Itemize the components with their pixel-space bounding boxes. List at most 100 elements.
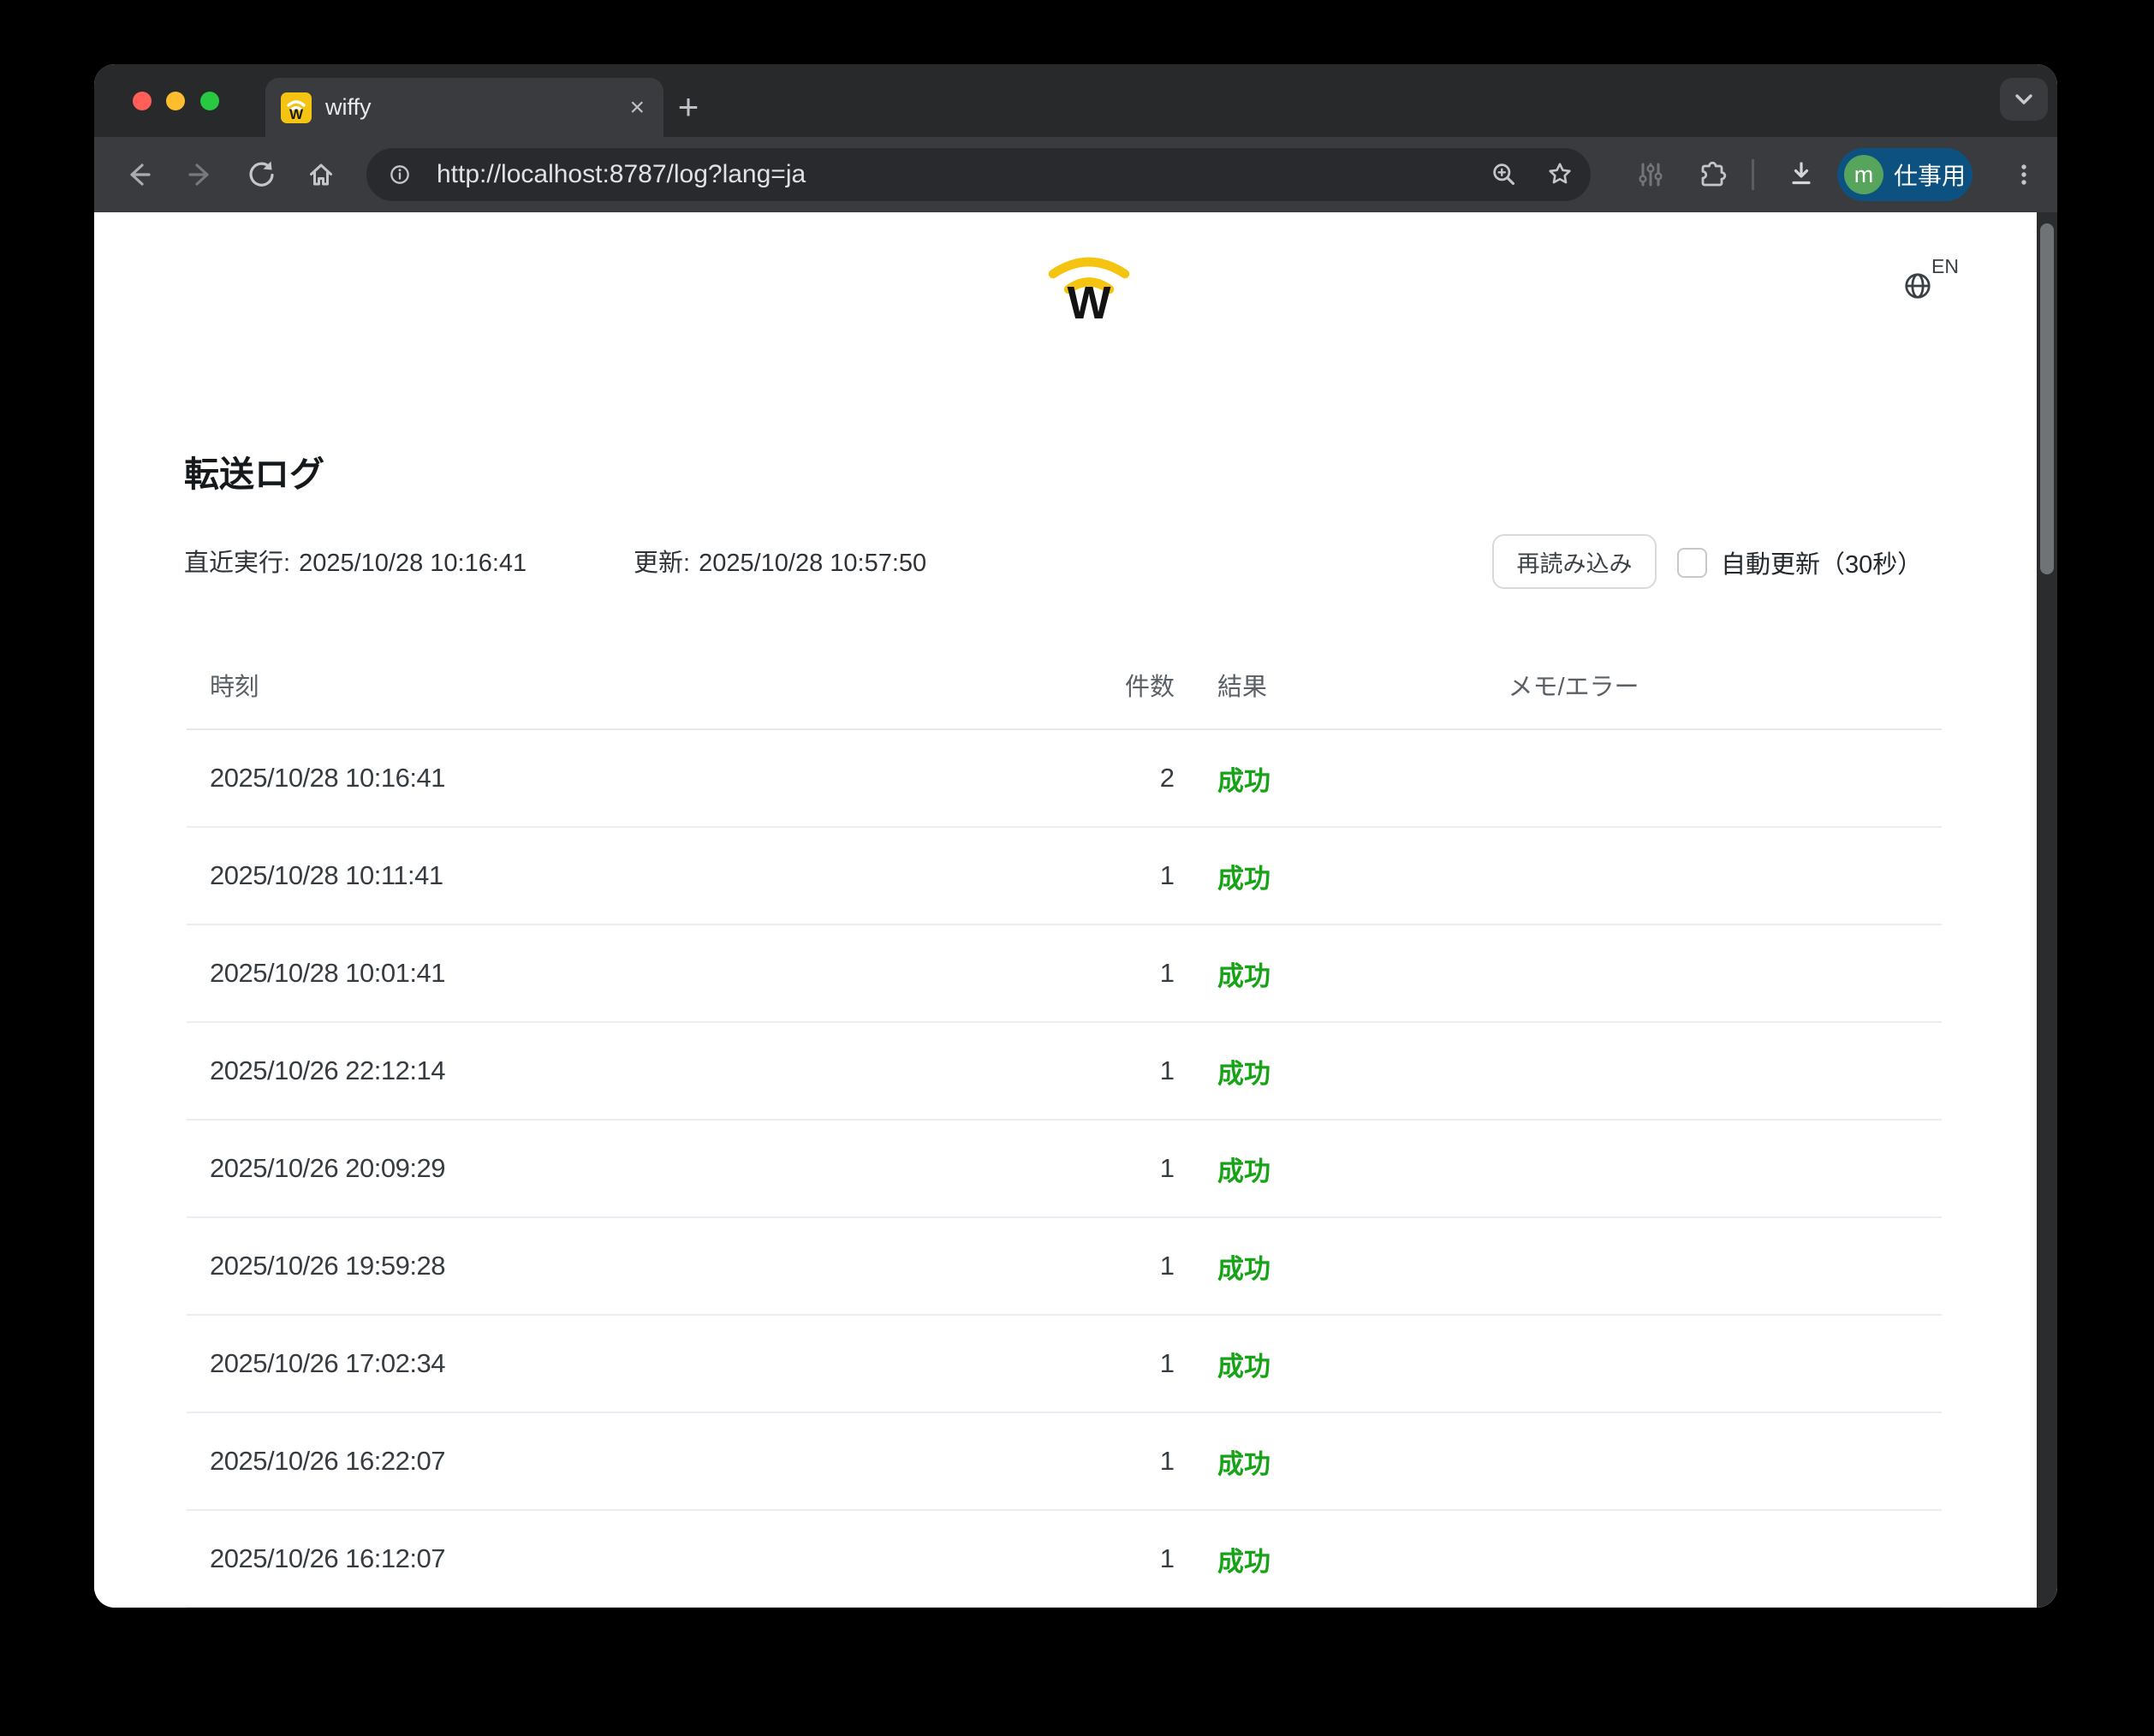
page-scrollbar[interactable] — [2037, 212, 2057, 1608]
menu-button[interactable] — [2005, 156, 2043, 193]
table-row: 2025/10/26 22:12:14 1 成功 — [187, 1023, 1942, 1121]
updated-at: 更新: 2025/10/28 10:57:50 — [634, 543, 926, 579]
browser-toolbar: http://localhost:8787/log?lang=ja — [94, 137, 2057, 212]
row-time: 2025/10/28 10:01:41 — [187, 958, 1120, 989]
macos-zoom-button[interactable] — [200, 92, 219, 110]
row-count: 1 — [1120, 1543, 1197, 1574]
header-count: 件数 — [1120, 667, 1197, 703]
header-memo: メモ/エラー — [1351, 667, 1796, 703]
page-content: W EN 転送ログ 直近実行: 2025/10/28 10:16:41 更新: 20… — [94, 212, 2057, 1608]
browser-tab[interactable]: W wiffy × — [265, 78, 663, 137]
updated-value: 2025/10/28 10:57:50 — [699, 550, 926, 577]
row-time: 2025/10/26 17:02:34 — [187, 1348, 1120, 1379]
sliders-icon — [1632, 156, 1669, 193]
logo-letter: W — [1068, 277, 1111, 322]
header-result: 結果 — [1197, 667, 1351, 703]
macos-minimize-button[interactable] — [166, 92, 185, 110]
profile-name: 仕事用 — [1894, 158, 1966, 192]
updated-label: 更新: — [634, 550, 690, 577]
last-run-value: 2025/10/28 10:16:41 — [299, 550, 527, 577]
row-count: 1 — [1120, 860, 1197, 891]
table-row: 2025/10/26 19:59:28 1 成功 — [187, 1218, 1942, 1316]
home-button[interactable] — [302, 156, 340, 193]
kebab-menu-icon — [2005, 156, 2043, 193]
table-row: 2025/10/26 20:09:29 1 成功 — [187, 1121, 1942, 1218]
tab-strip: W wiffy × + — [94, 64, 2057, 137]
back-button[interactable] — [120, 156, 158, 193]
row-count: 1 — [1120, 1153, 1197, 1184]
svg-text:W: W — [289, 106, 304, 122]
scrollbar-thumb[interactable] — [2040, 223, 2054, 574]
tune-button[interactable] — [1632, 156, 1669, 193]
wifi-arcs-icon: W — [1041, 245, 1137, 322]
row-time: 2025/10/26 19:59:28 — [187, 1251, 1120, 1281]
tab-close-icon[interactable]: × — [629, 95, 645, 121]
row-result: 成功 — [1197, 1345, 1351, 1383]
tab-search-button[interactable] — [2000, 78, 2048, 121]
row-result: 成功 — [1197, 1052, 1351, 1091]
table-row: 2025/10/26 16:12:07 1 成功 — [187, 1511, 1942, 1608]
auto-refresh-checkbox[interactable] — [1677, 548, 1707, 578]
puzzle-icon — [1692, 156, 1729, 193]
table-row: 2025/10/26 17:02:34 1 成功 — [187, 1316, 1942, 1413]
extensions-button[interactable] — [1692, 156, 1729, 193]
reload-page-button[interactable]: 再読み込み — [1492, 534, 1657, 589]
home-icon — [302, 156, 340, 193]
row-time: 2025/10/28 10:11:41 — [187, 860, 1120, 891]
back-arrow-icon — [120, 156, 158, 193]
forward-button[interactable] — [181, 156, 219, 193]
table-row: 2025/10/26 16:22:07 1 成功 — [187, 1413, 1942, 1511]
table-row: 2025/10/28 10:16:41 2 成功 — [187, 730, 1942, 828]
log-table-body: 2025/10/28 10:16:41 2 成功 2025/10/28 10:1… — [187, 730, 1942, 1608]
url-bar[interactable]: http://localhost:8787/log?lang=ja — [366, 148, 1591, 201]
star-icon — [1543, 158, 1577, 192]
url-text[interactable]: http://localhost:8787/log?lang=ja — [437, 148, 806, 201]
page-title: 転送ログ — [184, 445, 324, 496]
globe-icon — [1902, 271, 1933, 301]
avatar: m — [1844, 155, 1883, 194]
row-count: 1 — [1120, 1446, 1197, 1477]
auto-refresh-label[interactable]: 自動更新（30秒） — [1721, 544, 1922, 580]
row-result: 成功 — [1197, 1442, 1351, 1481]
row-result: 成功 — [1197, 759, 1351, 798]
row-result: 成功 — [1197, 857, 1351, 895]
reload-icon — [242, 156, 280, 193]
magnifier-plus-icon — [1487, 158, 1521, 192]
table-row: 2025/10/28 10:11:41 1 成功 — [187, 828, 1942, 925]
log-table: 時刻 件数 結果 メモ/エラー 2025/10/28 10:16:41 2 成功… — [187, 640, 1942, 1608]
wiffy-favicon-icon: W — [281, 92, 312, 123]
toolbar-separator — [1752, 159, 1754, 190]
row-time: 2025/10/26 20:09:29 — [187, 1153, 1120, 1184]
chevron-down-icon — [2004, 80, 2044, 119]
row-result: 成功 — [1197, 1150, 1351, 1188]
new-tab-button[interactable]: + — [666, 85, 711, 129]
browser-window: W wiffy × + — [94, 64, 2057, 1608]
row-time: 2025/10/28 10:16:41 — [187, 763, 1120, 794]
downloads-button[interactable] — [1782, 156, 1820, 193]
row-time: 2025/10/26 22:12:14 — [187, 1055, 1120, 1086]
profile-chip[interactable]: m 仕事用 — [1837, 148, 1973, 201]
bookmark-button[interactable] — [1543, 158, 1577, 192]
last-run: 直近実行: 2025/10/28 10:16:41 — [184, 543, 527, 579]
last-run-label: 直近実行: — [184, 550, 290, 577]
auto-refresh-control: 自動更新（30秒） — [1677, 544, 1922, 580]
reload-button-toolbar[interactable] — [242, 156, 280, 193]
row-count: 1 — [1120, 1251, 1197, 1281]
row-result: 成功 — [1197, 1540, 1351, 1578]
macos-close-button[interactable] — [133, 92, 152, 110]
row-count: 1 — [1120, 1348, 1197, 1379]
header-time: 時刻 — [187, 667, 1120, 703]
download-icon — [1782, 156, 1820, 193]
row-time: 2025/10/26 16:12:07 — [187, 1543, 1120, 1574]
zoom-button[interactable] — [1487, 158, 1521, 192]
language-toggle[interactable]: EN — [1902, 255, 1979, 315]
table-row: 2025/10/28 10:01:41 1 成功 — [187, 925, 1942, 1023]
page-info-button[interactable] — [385, 160, 414, 189]
language-code: EN — [1931, 255, 1959, 278]
row-result: 成功 — [1197, 1247, 1351, 1286]
row-count: 1 — [1120, 1055, 1197, 1086]
forward-arrow-icon — [181, 156, 219, 193]
tab-title: wiffy — [325, 94, 629, 121]
row-count: 2 — [1120, 763, 1197, 794]
info-icon — [385, 160, 414, 189]
